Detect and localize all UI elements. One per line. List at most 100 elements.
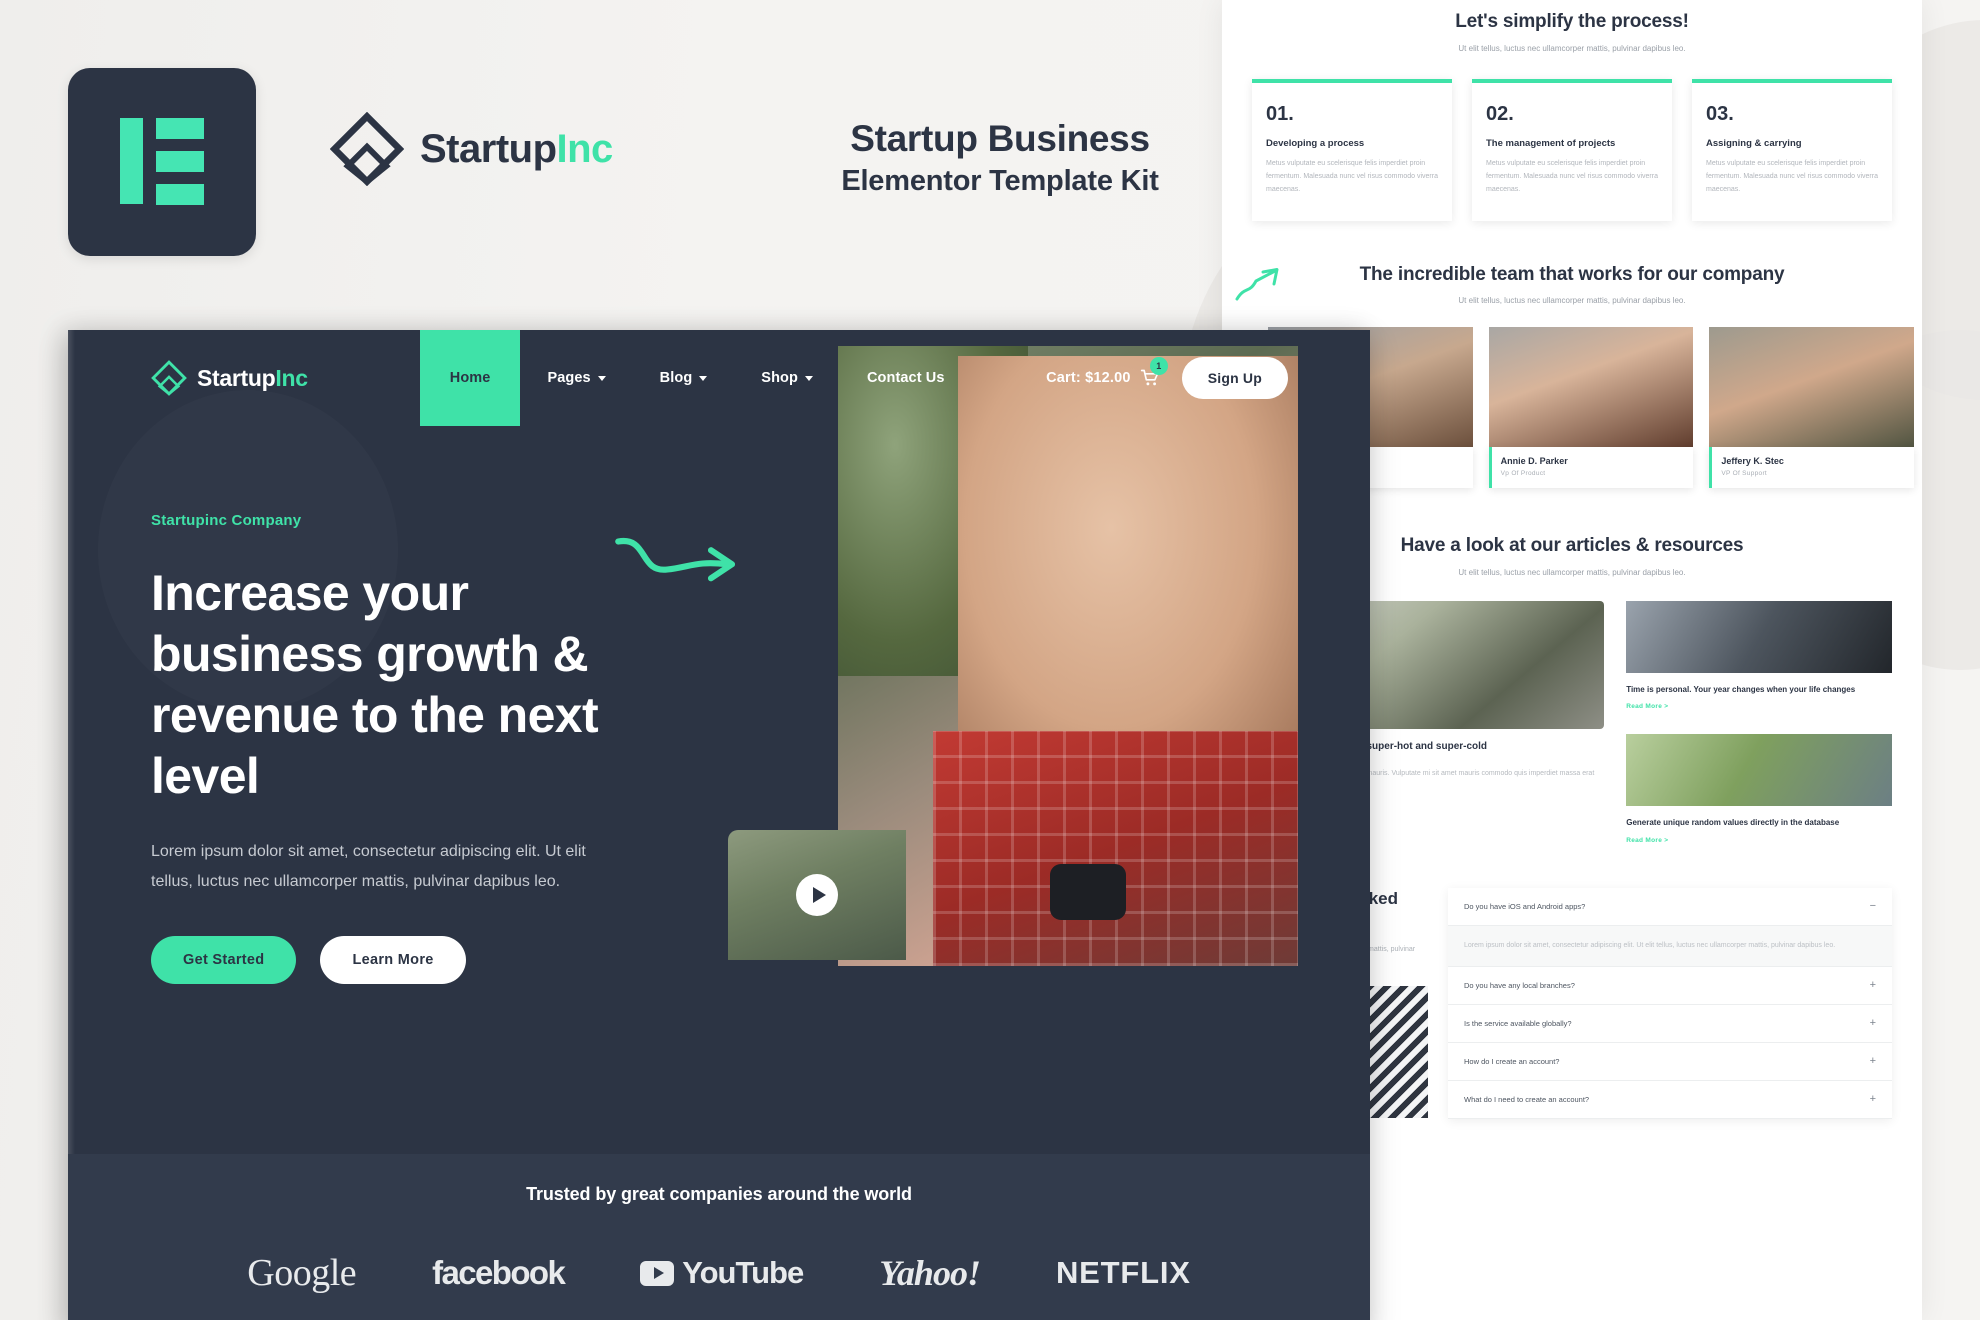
learn-more-button[interactable]: Learn More (320, 936, 466, 985)
curved-arrow-icon (615, 538, 736, 582)
team-title: The incredible team that works for our c… (1359, 263, 1785, 285)
plus-icon[interactable]: + (1870, 1093, 1876, 1105)
play-triangle (653, 1267, 664, 1279)
team-member-role: VP Of Support (1721, 470, 1768, 478)
hero-photo-shirt (933, 731, 1298, 966)
team-info: Annie D. Parker Vp Of Product (1488, 447, 1694, 489)
get-started-button[interactable]: Get Started (151, 936, 297, 985)
process-text: Metus vulputate eu scelerisque felis imp… (1706, 159, 1878, 193)
cart-label: Cart: $12.00 (1046, 370, 1131, 386)
faq-accordion[interactable]: Do you have iOS and Android apps? − Lore… (1448, 888, 1892, 1119)
faq-item[interactable]: What do I need to create an account? + (1448, 1081, 1892, 1119)
article-side-list: Time is personal. Your year changes when… (1626, 600, 1892, 844)
minus-icon[interactable]: − (1870, 901, 1876, 912)
process-card[interactable]: 02. The management of projects Metus vul… (1472, 78, 1672, 221)
team-card[interactable]: Jeffery K. Stec VP Of Support (1709, 327, 1915, 490)
process-number: 01. (1266, 102, 1294, 125)
article-card[interactable]: Generate unique random values directly i… (1626, 734, 1892, 844)
nav-item-shop[interactable]: Shop (734, 330, 840, 426)
brand-name: Startup (420, 126, 557, 171)
startupinc-brand-logo: StartupInc (330, 112, 613, 186)
nav-brand-name: Startup (197, 364, 276, 391)
nav-right-group: Cart: $12.00 1 Sign Up (1046, 357, 1288, 399)
youtube-play-icon (640, 1260, 675, 1286)
cart-badge: 1 (1149, 357, 1168, 375)
sign-up-button[interactable]: Sign Up (1181, 357, 1288, 399)
chevron-down-icon (699, 375, 708, 381)
team-avatar (1709, 327, 1915, 450)
client-logo-row: Google facebook YouTube Yahoo! NETFLIX (68, 1251, 1370, 1295)
nav-item-label: Blog (659, 370, 693, 386)
faq-question: How do I create an account? (1464, 1056, 1560, 1066)
read-more-link[interactable]: Read More > (1626, 703, 1892, 710)
play-triangle (812, 887, 826, 903)
article-card[interactable]: Time is personal. Your year changes when… (1626, 600, 1892, 710)
brand-suffix: Inc (556, 126, 614, 171)
process-number: 02. (1486, 102, 1514, 125)
process-heading: The management of projects (1486, 137, 1616, 149)
process-subtitle: Ut elit tellus, luctus nec ullamcorper m… (1458, 43, 1686, 53)
hero-paragraph: Lorem ipsum dolor sit amet, consectetur … (151, 843, 586, 890)
trusted-by-section: Trusted by great companies around the wo… (68, 1154, 1370, 1320)
elementor-logo-bar (120, 118, 143, 204)
elementor-logo-bar (156, 118, 204, 139)
site-navbar: StartupInc Home Pages Blog Shop Contact … (68, 330, 1370, 426)
nav-item-blog[interactable]: Blog (633, 330, 735, 426)
process-heading: Assigning & carrying (1706, 137, 1802, 149)
team-subtitle: Ut elit tellus, luctus nec ullamcorper m… (1458, 296, 1686, 306)
nav-menu: Home Pages Blog Shop Contact Us (419, 330, 972, 426)
facebook-logo: facebook (432, 1254, 566, 1291)
faq-item[interactable]: Do you have iOS and Android apps? − (1448, 888, 1892, 927)
process-heading: Developing a process (1266, 137, 1365, 149)
article-heading: Time is personal. Your year changes when… (1626, 684, 1856, 694)
faq-item[interactable]: Is the service available globally? + (1448, 1005, 1892, 1043)
kit-title-block: Startup Business Elementor Template Kit (780, 118, 1220, 198)
faq-question: What do I need to create an account? (1464, 1094, 1590, 1104)
process-text: Metus vulputate eu scelerisque felis imp… (1486, 159, 1658, 193)
plus-icon[interactable]: + (1870, 979, 1876, 991)
nav-item-contact-us[interactable]: Contact Us (840, 330, 972, 426)
arrow-up-icon (1235, 267, 1279, 300)
google-logo: Google (247, 1252, 357, 1294)
process-card-list: 01. Developing a process Metus vulputate… (1222, 78, 1922, 221)
trusted-heading: Trusted by great companies around the wo… (526, 1184, 912, 1204)
nav-item-pages[interactable]: Pages (520, 330, 632, 426)
article-image (1626, 734, 1892, 807)
nav-brand-logo[interactable]: StartupInc (151, 360, 308, 396)
nav-item-home[interactable]: Home (419, 330, 521, 426)
faq-item[interactable]: How do I create an account? + (1448, 1043, 1892, 1081)
page-header: StartupInc Startup Business Elementor Te… (0, 0, 1240, 300)
video-preview-card[interactable] (728, 830, 906, 960)
faq-item[interactable]: Do you have any local branches? + (1448, 967, 1892, 1005)
brand-wordmark: StartupInc (420, 127, 613, 172)
cart-widget[interactable]: Cart: $12.00 1 (1046, 357, 1168, 388)
kit-title: Startup Business (850, 118, 1150, 159)
kit-subtitle: Elementor Template Kit (841, 164, 1159, 197)
team-card[interactable]: Annie D. Parker Vp Of Product (1488, 327, 1694, 490)
read-more-link[interactable]: Read More > (1626, 837, 1892, 844)
website-mockup: StartupInc Home Pages Blog Shop Contact … (68, 330, 1370, 1320)
plus-icon[interactable]: + (1870, 1017, 1876, 1029)
process-text: Metus vulputate eu scelerisque felis imp… (1266, 159, 1438, 193)
hero-heading: Increase your business growth & revenue … (151, 565, 599, 804)
article-heading: Generate unique random values directly i… (1626, 818, 1840, 828)
youtube-wordmark: YouTube (682, 1255, 804, 1290)
plus-icon[interactable]: + (1870, 1055, 1876, 1067)
team-member-name: Annie D. Parker (1500, 456, 1568, 467)
faq-question: Do you have any local branches? (1464, 980, 1575, 990)
elementor-logo-bar (156, 184, 204, 205)
elementor-logo-icon (68, 68, 256, 256)
diamond-logo-icon (330, 112, 404, 186)
faq-question: Do you have iOS and Android apps? (1464, 902, 1586, 912)
play-button-icon[interactable] (796, 874, 838, 916)
elementor-logo-bar (156, 151, 204, 172)
team-member-role: Vp Of Product (1500, 470, 1546, 478)
nav-item-label: Pages (547, 370, 591, 386)
chevron-down-icon (804, 375, 813, 381)
team-info: Jeffery K. Stec VP Of Support (1709, 447, 1915, 489)
faq-answer: Lorem ipsum dolor sit amet, consectetur … (1448, 926, 1892, 967)
process-section: Let's simplify the process! Ut elit tell… (1222, 0, 1922, 221)
chevron-down-icon (597, 375, 606, 381)
process-card[interactable]: 03. Assigning & carrying Metus vulputate… (1692, 78, 1892, 221)
process-card[interactable]: 01. Developing a process Metus vulputate… (1252, 78, 1452, 221)
